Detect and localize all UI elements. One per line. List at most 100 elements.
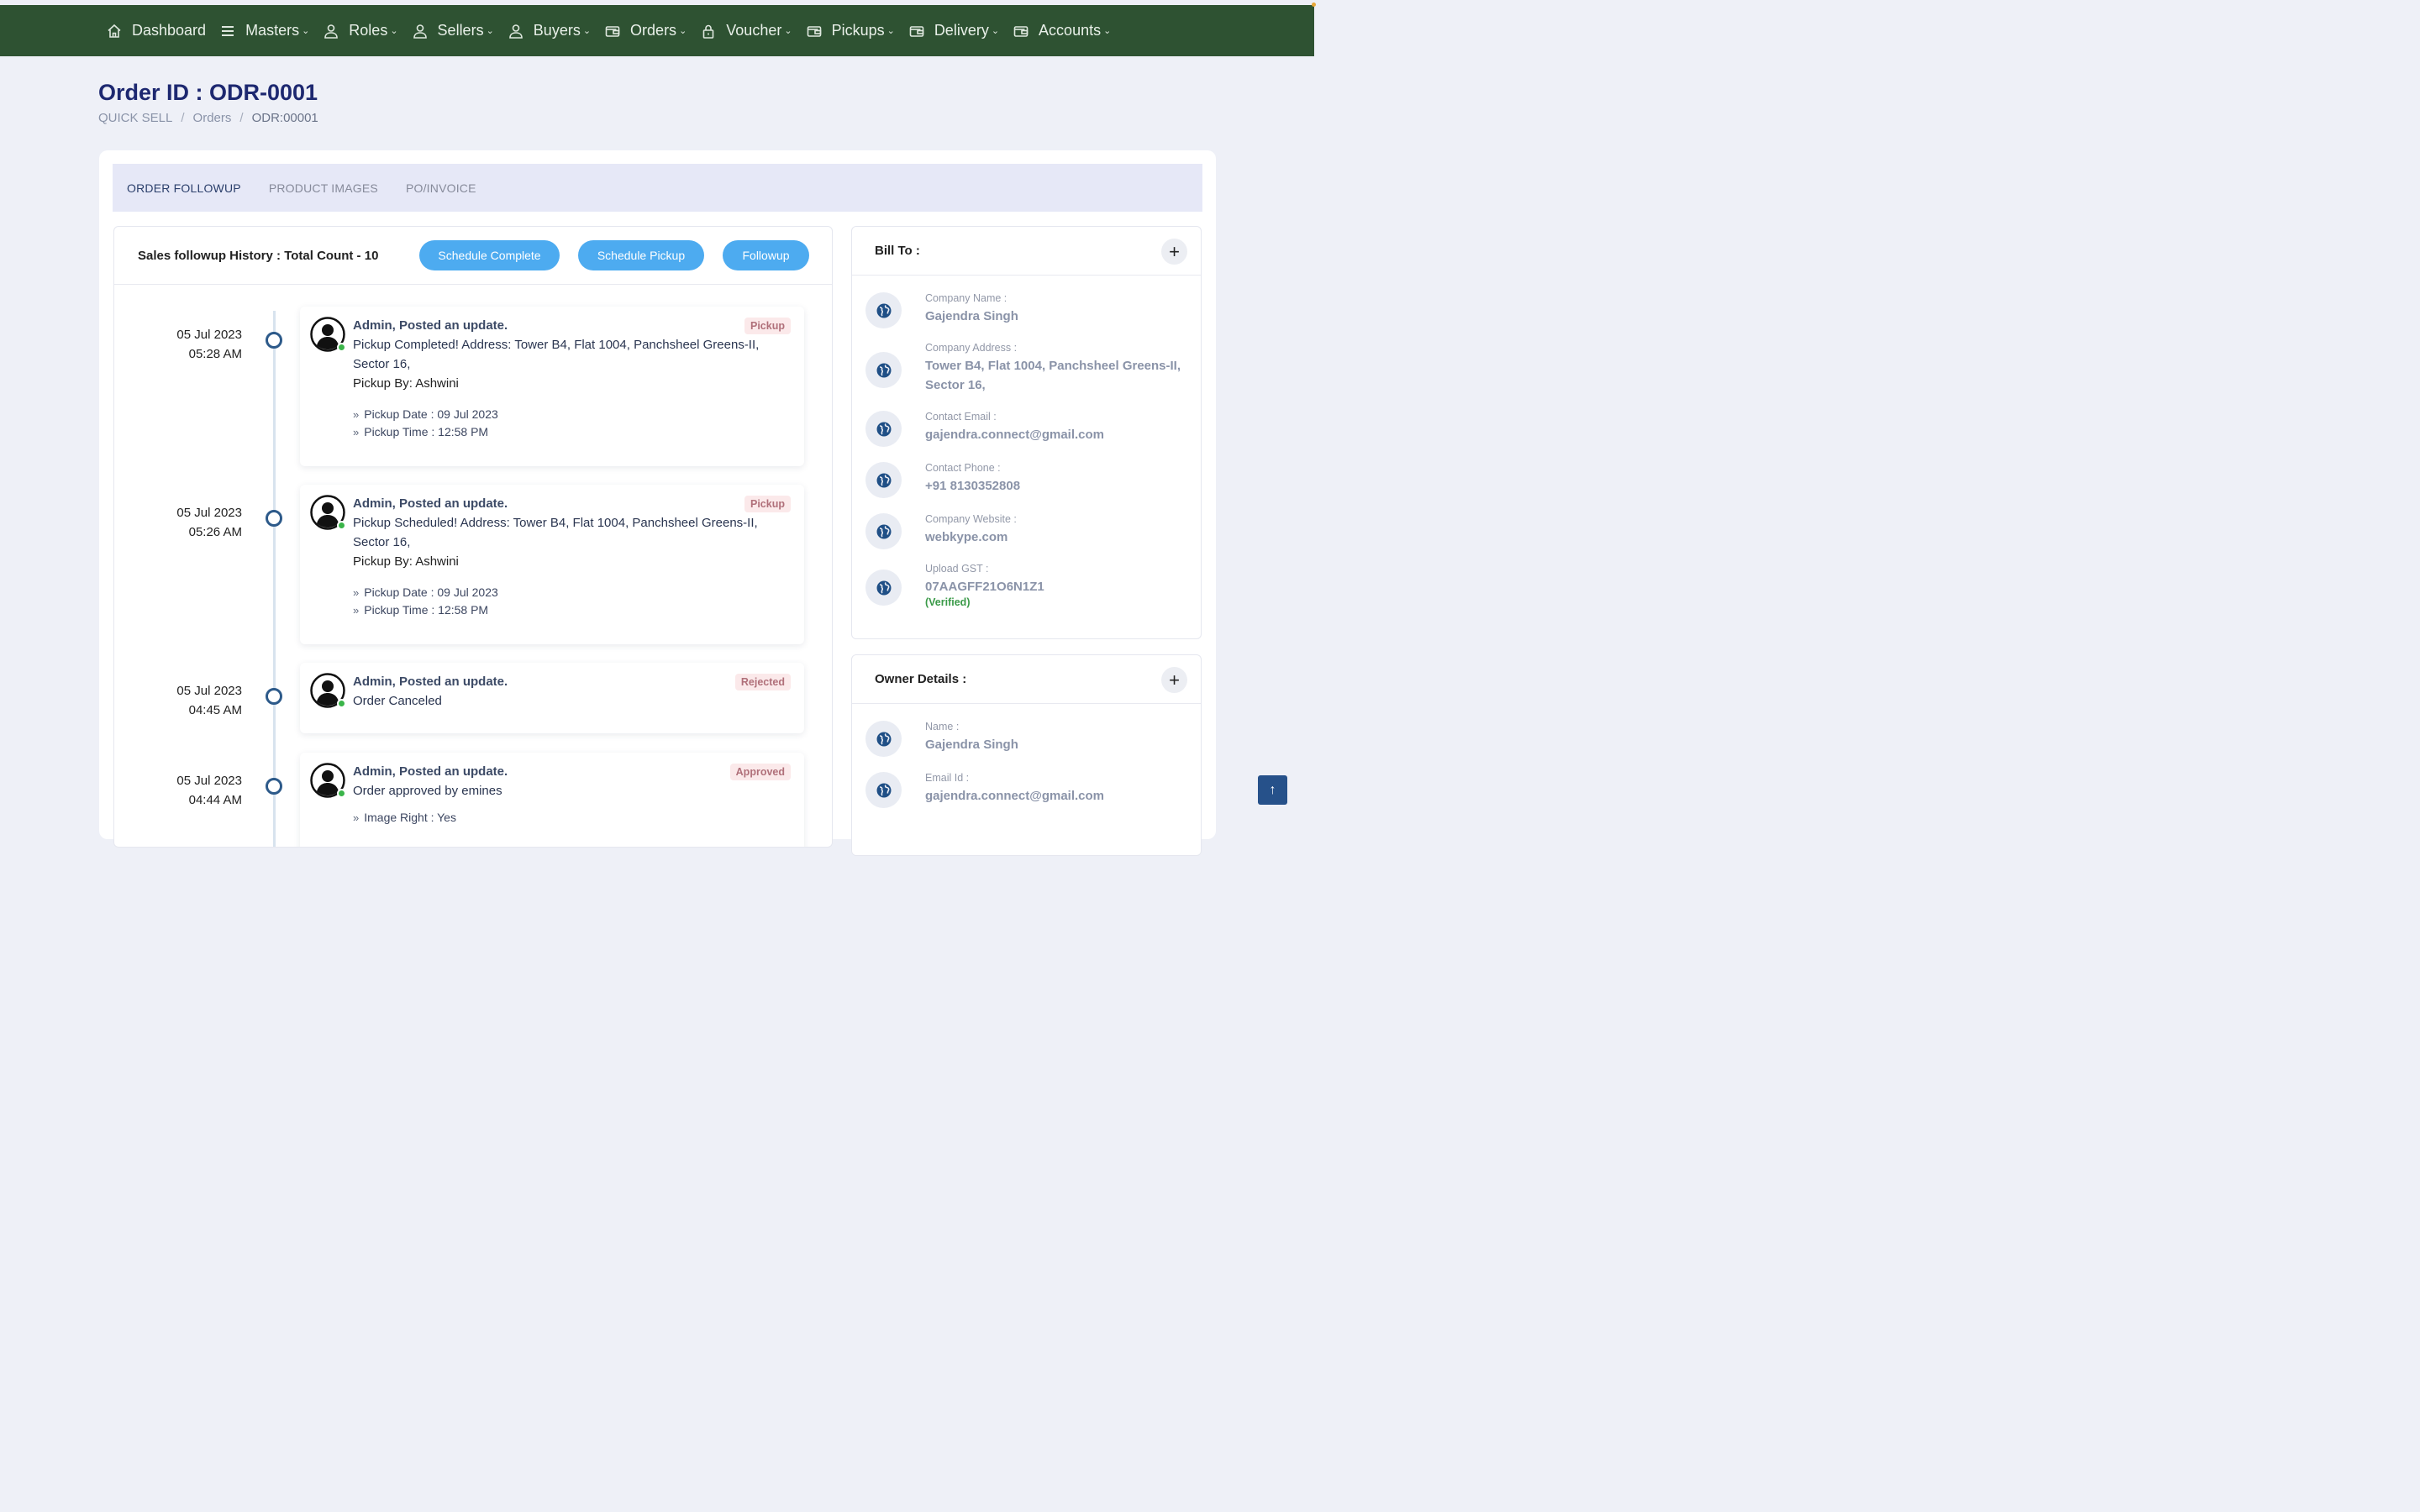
home-icon bbox=[106, 23, 123, 39]
field-label: Contact Email : bbox=[925, 411, 997, 423]
entry-heading: Admin, Posted an update. bbox=[353, 675, 508, 689]
breadcrumb-separator: / bbox=[239, 111, 244, 125]
chevron-down-icon: ⌄ bbox=[679, 26, 687, 36]
chevron-down-icon: ⌄ bbox=[1103, 26, 1112, 36]
scroll-to-top-button[interactable]: ↑ bbox=[1258, 775, 1287, 805]
double-chevron-icon: » bbox=[353, 604, 360, 617]
nav-label: Roles bbox=[349, 22, 388, 39]
nav-label: Accounts bbox=[1039, 22, 1102, 39]
timeline-date: 05 Jul 2023 05:26 AM bbox=[148, 503, 242, 542]
nav-label: Voucher bbox=[726, 22, 782, 39]
breadcrumb-quick-sell[interactable]: QUICK SELL bbox=[98, 111, 172, 125]
owner-details-card: Owner Details : + Name : Gajendra Singh … bbox=[851, 654, 1202, 856]
timeline-entry: Admin, Posted an update. Pickup Pickup S… bbox=[300, 485, 804, 644]
timeline-date: 05 Jul 2023 04:45 AM bbox=[148, 681, 242, 720]
wallet-icon bbox=[1013, 23, 1029, 39]
tab-po-invoice[interactable]: PO/INVOICE bbox=[406, 181, 476, 195]
nav-voucher[interactable]: Voucher ⌄ bbox=[700, 22, 792, 39]
online-status-dot bbox=[337, 789, 346, 798]
bill-to-expand-button[interactable]: + bbox=[1161, 239, 1187, 265]
owner-expand-button[interactable]: + bbox=[1161, 667, 1187, 693]
status-badge: Pickup bbox=[744, 318, 791, 334]
chevron-down-icon: ⌄ bbox=[991, 26, 1000, 36]
nav-label: Masters bbox=[245, 22, 300, 39]
entry-text: Order Canceled bbox=[353, 694, 442, 708]
timeline-dot bbox=[266, 778, 282, 795]
pickup-date: Pickup Date : 09 Jul 2023 bbox=[364, 585, 498, 599]
nav-dashboard[interactable]: Dashboard bbox=[106, 22, 206, 39]
chevron-down-icon: ⌄ bbox=[886, 26, 895, 36]
field-label: Company Name : bbox=[925, 292, 1007, 304]
schedule-pickup-button[interactable]: Schedule Pickup bbox=[578, 240, 704, 270]
order-detail-card: ORDER FOLLOWUP PRODUCT IMAGES PO/INVOICE… bbox=[99, 150, 1216, 856]
top-navbar: Dashboard Masters ⌄ Roles ⌄ Sellers ⌄ Bu… bbox=[0, 5, 1314, 56]
entry-meta: » Pickup Date : 09 Jul 2023 » Pickup Time … bbox=[353, 406, 791, 441]
double-chevron-icon: » bbox=[353, 408, 360, 421]
nav-label: Buyers bbox=[533, 22, 581, 39]
followup-title: Sales followup History : Total Count - 1… bbox=[138, 248, 379, 263]
entry-meta: » Pickup Date : 09 Jul 2023 » Pickup Time … bbox=[353, 584, 791, 619]
timeline-entry: Admin, Posted an update. Rejected Order … bbox=[300, 663, 804, 733]
nav-label: Orders bbox=[630, 22, 677, 39]
entry-meta: » Image Right : Yes bbox=[353, 809, 791, 827]
entry-time: 04:44 AM bbox=[188, 793, 242, 807]
nav-label: Dashboard bbox=[132, 22, 207, 39]
globe-icon bbox=[865, 570, 902, 606]
pickup-time: Pickup Time : 12:58 PM bbox=[364, 425, 489, 438]
bill-to-title: Bill To : bbox=[875, 244, 920, 258]
chevron-down-icon: ⌄ bbox=[302, 26, 310, 36]
nav-sellers[interactable]: Sellers ⌄ bbox=[412, 22, 494, 39]
image-right: Image Right : Yes bbox=[364, 811, 456, 824]
field-value: Gajendra Singh bbox=[925, 738, 1018, 752]
nav-masters[interactable]: Masters ⌄ bbox=[219, 22, 309, 39]
online-status-dot bbox=[337, 521, 346, 530]
nav-orders[interactable]: Orders ⌄ bbox=[604, 22, 687, 39]
entry-date: 05 Jul 2023 bbox=[176, 328, 242, 342]
followup-button[interactable]: Followup bbox=[723, 240, 809, 270]
nav-label: Pickups bbox=[831, 22, 885, 39]
chevron-down-icon: ⌄ bbox=[784, 26, 792, 36]
breadcrumb: QUICK SELL / Orders / ODR:00001 bbox=[98, 111, 318, 125]
user-icon bbox=[508, 23, 524, 39]
chevron-down-icon: ⌄ bbox=[486, 26, 494, 36]
field-label: Contact Phone : bbox=[925, 462, 1001, 474]
nav-pickups[interactable]: Pickups ⌄ bbox=[806, 22, 895, 39]
double-chevron-icon: » bbox=[353, 426, 360, 438]
timeline-dot bbox=[266, 688, 282, 705]
page-title: Order ID : ODR-0001 bbox=[98, 80, 318, 105]
nav-buyers[interactable]: Buyers ⌄ bbox=[508, 22, 591, 39]
field-label: Email Id : bbox=[925, 772, 970, 784]
timeline-entry: Admin, Posted an update. Pickup Pickup C… bbox=[300, 307, 804, 466]
timeline-dot bbox=[266, 510, 282, 527]
lock-icon bbox=[700, 23, 717, 39]
field-value: Tower B4, Flat 1004, Panchsheel Greens-I… bbox=[925, 359, 1181, 392]
chevron-down-icon: ⌄ bbox=[582, 26, 592, 36]
verified-status: (Verified) bbox=[925, 596, 971, 608]
wallet-icon bbox=[604, 23, 621, 39]
schedule-complete-button[interactable]: Schedule Complete bbox=[419, 240, 560, 270]
field-label: Company Website : bbox=[925, 513, 1017, 525]
field-label: Name : bbox=[925, 721, 960, 732]
status-badge: Rejected bbox=[734, 674, 791, 690]
double-chevron-icon: » bbox=[353, 811, 360, 824]
chevron-down-icon: ⌄ bbox=[390, 26, 398, 36]
nav-roles[interactable]: Roles ⌄ bbox=[323, 22, 398, 39]
field-value: +91 8130352808 bbox=[925, 479, 1021, 493]
field-value: 07AAGFF21O6N1Z1 bbox=[925, 580, 1044, 594]
nav-accounts[interactable]: Accounts ⌄ bbox=[1013, 22, 1111, 39]
tab-product-images[interactable]: PRODUCT IMAGES bbox=[269, 181, 378, 195]
timeline-entry: Admin, Posted an update. Approved Order … bbox=[300, 753, 804, 847]
nav-delivery[interactable]: Delivery ⌄ bbox=[908, 22, 999, 39]
entry-pickup-by: Pickup By: Ashwini bbox=[353, 554, 459, 569]
entry-text: Pickup Completed! Address: Tower B4, Fla… bbox=[353, 338, 760, 371]
timeline-line bbox=[273, 311, 276, 847]
avatar bbox=[310, 763, 346, 798]
tab-order-followup[interactable]: ORDER FOLLOWUP bbox=[127, 181, 241, 195]
tab-bar: ORDER FOLLOWUP PRODUCT IMAGES PO/INVOICE bbox=[113, 164, 1202, 212]
breadcrumb-orders[interactable]: Orders bbox=[193, 111, 232, 125]
user-icon bbox=[323, 23, 339, 39]
breadcrumb-current: ODR:00001 bbox=[251, 111, 318, 125]
avatar bbox=[310, 673, 346, 708]
owner-title: Owner Details : bbox=[875, 672, 967, 686]
owner-header: Owner Details : + bbox=[852, 655, 1201, 704]
